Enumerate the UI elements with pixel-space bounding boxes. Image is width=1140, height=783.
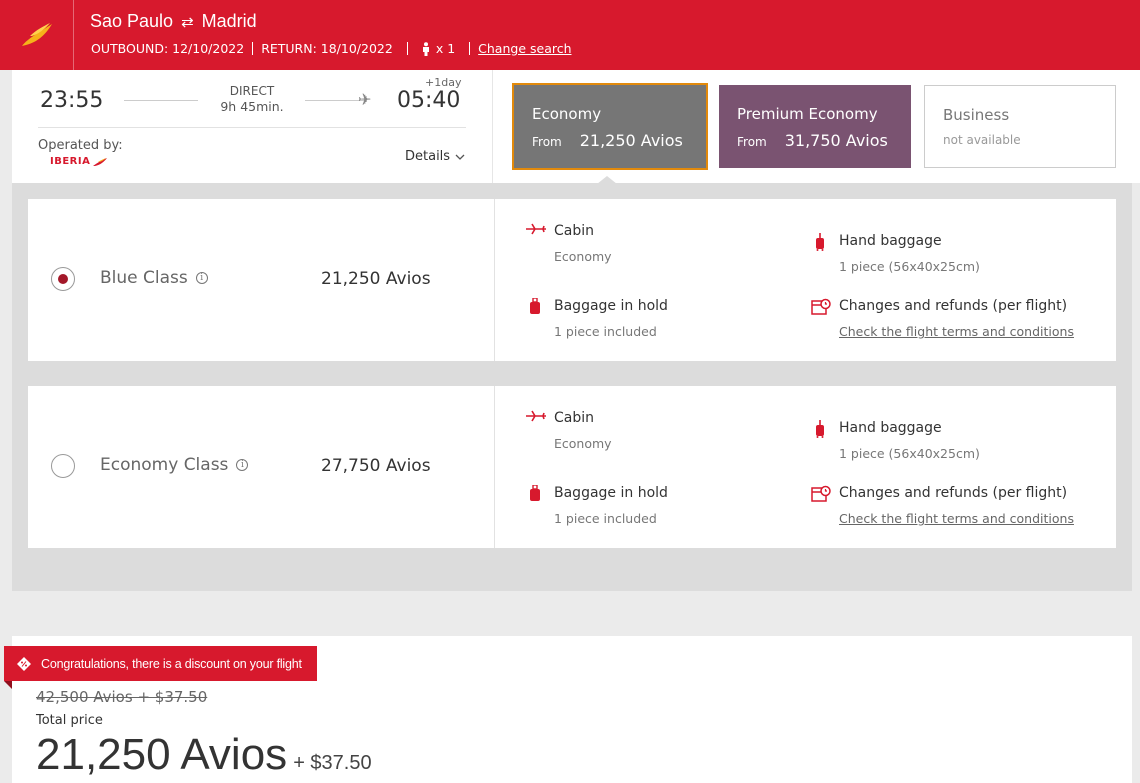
departure-time: 23:55 [40,88,104,113]
plane-icon: ✈ [358,90,372,109]
fare-radio[interactable] [51,454,75,478]
fare-option: Blue Class i 21,250 Avios Cabin Economy … [28,199,1116,361]
divider [252,42,254,55]
divider [494,199,495,361]
plane-icon [526,410,546,426]
availability-label: not available [943,133,1021,147]
carrier-logo: IBERIA [50,156,108,167]
discount-tag-icon [17,656,31,671]
fare-radio[interactable] [51,267,75,291]
fare-price: 21,250 Avios [321,269,431,289]
discount-banner: Congratulations, there is a discount on … [4,646,317,681]
operated-by-label: Operated by: [38,138,123,153]
duration-label: 9h 45min. [220,99,284,114]
fare-option: Economy Class i 27,750 Avios Cabin Econo… [28,386,1116,548]
feature-title: Cabin [554,410,595,426]
passenger-count-label: x 1 [435,41,456,56]
original-price: 42,500 Avios + $37.50 [36,688,208,706]
tab-name: Business [943,106,1010,124]
divider [406,42,408,55]
info-icon[interactable]: i [195,272,208,284]
feature-title: Changes and refunds (per flight) [839,298,1068,314]
tab-premium-economy[interactable]: Premium Economy From 31,750 Avios [719,85,911,168]
tab-business: Business not available [924,85,1116,168]
feature-value: Economy [554,436,612,451]
destination-city: Madrid [201,11,257,31]
info-icon[interactable]: i [236,459,249,471]
iberia-logo[interactable] [0,0,74,70]
details-label: Details [405,149,451,164]
swap-icon: ⇄ [181,13,194,31]
fare-name: Blue Class i [100,268,208,288]
total-price-label: Total price [36,713,103,728]
tab-price: 21,250 Avios [579,131,683,150]
flight-stops: DIRECT 9h 45min. [202,84,302,114]
divider [469,42,471,55]
fare-price: 27,750 Avios [321,456,431,476]
outbound-date: OUTBOUND: 12/10/2022 [91,41,245,56]
fare-name: Economy Class i [100,455,249,475]
flight-summary: 23:55 DIRECT 9h 45min. ✈ +1day 05:40 Ope… [12,70,492,183]
origin-city: Sao Paulo [90,11,174,31]
selected-tab-pointer [597,176,617,184]
feature-title: Hand baggage [839,233,942,249]
timeline-line [305,100,365,101]
discount-text: Congratulations, there is a discount on … [41,656,302,671]
carrier-wing-icon [93,157,108,166]
from-label: From [737,135,767,149]
trip-meta: OUTBOUND: 12/10/2022 RETURN: 18/10/2022 … [91,41,572,56]
top-header: Sao Paulo ⇄ Madrid OUTBOUND: 12/10/2022 … [0,0,1140,70]
total-price: 21,250 Avios + $37.50 [36,730,372,780]
suitcase-icon [526,484,544,507]
suitcase-icon [526,297,544,320]
tab-economy[interactable]: Economy From 21,250 Avios [512,83,708,170]
feature-value: 1 piece included [554,511,657,526]
timeline-line [124,100,198,101]
fare-name-label: Blue Class [100,268,188,288]
return-date: RETURN: 18/10/2022 [261,41,393,56]
divider [38,127,466,128]
plane-icon [526,223,546,239]
feature-title: Baggage in hold [554,298,668,314]
change-search-link[interactable]: Change search [478,41,571,56]
chevron-down-icon [455,154,465,160]
passenger-count: x 1 [422,41,455,56]
feature-value: 1 piece (56x40x25cm) [839,446,980,461]
feature-title: Hand baggage [839,420,942,436]
calendar-clock-icon [811,485,831,507]
total-avios: 21,250 Avios [36,730,288,779]
tab-price: 31,750 Avios [784,131,888,150]
banner-fold [4,681,12,689]
terms-link[interactable]: Check the flight terms and conditions [839,324,1074,339]
feature-value: 1 piece (56x40x25cm) [839,259,980,274]
details-toggle[interactable]: Details [405,149,465,164]
from-label: From [532,135,562,149]
fare-name-label: Economy Class [100,455,229,475]
divider [494,386,495,548]
carrier-name: IBERIA [50,156,91,167]
feature-title: Cabin [554,223,595,239]
arrival-time: 05:40 [397,88,461,113]
tab-name: Economy [532,105,602,123]
terms-link[interactable]: Check the flight terms and conditions [839,511,1074,526]
feature-title: Baggage in hold [554,485,668,501]
feature-title: Changes and refunds (per flight) [839,485,1068,501]
passenger-icon [422,41,429,56]
hand-baggage-icon [811,233,829,255]
tab-name: Premium Economy [737,105,878,123]
total-cash: + $37.50 [293,752,372,774]
calendar-clock-icon [811,298,831,320]
hand-baggage-icon [811,420,829,442]
feature-value: 1 piece included [554,324,657,339]
stops-label: DIRECT [229,84,275,98]
feature-value: Economy [554,249,612,264]
route-title: Sao Paulo ⇄ Madrid [90,11,257,32]
iberia-logo-icon [21,23,52,46]
